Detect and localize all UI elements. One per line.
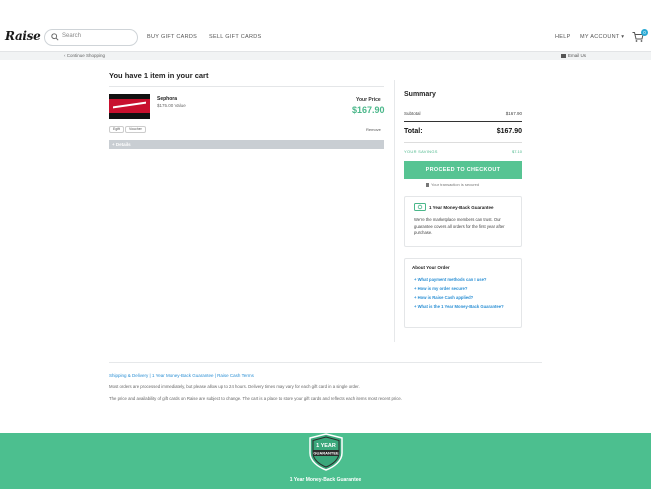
footer-links[interactable]: Shipping & Delivery | 1 Year Money-Back … bbox=[109, 373, 254, 378]
badge-guarantee-text: GUARANTEE bbox=[313, 451, 339, 456]
total-divider bbox=[404, 142, 522, 143]
savings-value: $7.10 bbox=[511, 149, 522, 154]
badge-year-text: 1 YEAR bbox=[316, 443, 336, 449]
footer-divider bbox=[109, 362, 542, 363]
price-label: Your Price bbox=[356, 97, 381, 103]
guarantee-badge-icon: 1 YEAR GUARANTEE bbox=[309, 433, 343, 471]
remove-item-link[interactable]: Remove bbox=[366, 127, 381, 132]
faq-guarantee-link[interactable]: + What is the 1 Year Money-Back Guarante… bbox=[414, 304, 514, 310]
savings-label: YOUR SAVINGS bbox=[404, 149, 438, 154]
footer-note-pricing: The price and availability of gift cards… bbox=[109, 396, 402, 401]
sephora-gift-card-image bbox=[109, 94, 150, 119]
money-back-icon bbox=[414, 203, 426, 211]
search-input[interactable]: Search bbox=[62, 33, 81, 39]
faq-raise-cash-link[interactable]: + How is Raise Cash applied? bbox=[414, 295, 514, 301]
subtotal-value: $167.90 bbox=[505, 111, 522, 116]
item-price: $167.90 bbox=[352, 105, 385, 115]
raise-logo[interactable]: Raise bbox=[5, 29, 41, 45]
total-label: Total: bbox=[404, 128, 423, 135]
about-order-title: About Your Order bbox=[412, 265, 450, 270]
guarantee-title: 1 Year Money-Back Guarantee bbox=[429, 205, 494, 210]
item-name: Sephora bbox=[157, 96, 178, 102]
details-label: + Details bbox=[112, 142, 131, 147]
proceed-to-checkout-button[interactable]: PROCEED TO CHECKOUT bbox=[404, 161, 522, 179]
about-order-box: About Your Order + What payment methods … bbox=[404, 258, 522, 328]
banner-text: 1 Year Money-Back Guarantee bbox=[289, 477, 362, 483]
guarantee-box: 1 Year Money-Back Guarantee We're the ma… bbox=[404, 196, 522, 247]
continue-shopping-link[interactable]: ‹ Continue Shopping bbox=[64, 53, 105, 58]
lock-icon bbox=[426, 183, 429, 187]
footer-note-processing: Most orders are processed immediately, b… bbox=[109, 384, 360, 389]
total-value: $167.90 bbox=[496, 128, 522, 135]
faq-order-secure-link[interactable]: + How is my order secure? bbox=[414, 286, 514, 292]
cart-count-badge: 0 bbox=[641, 29, 648, 36]
email-us-link[interactable]: Email Us bbox=[561, 53, 586, 58]
nav-sell-gift-cards[interactable]: SELL GIFT CARDS bbox=[209, 34, 262, 40]
secure-note: Your transaction is secured bbox=[426, 182, 479, 187]
nav-help[interactable]: HELP bbox=[555, 34, 571, 40]
subtotal-label: Subtotal bbox=[404, 111, 421, 116]
cart-title: You have 1 item in your cart bbox=[109, 71, 209, 80]
nav-my-account[interactable]: MY ACCOUNT ▾ bbox=[580, 34, 624, 40]
summary-divider bbox=[404, 121, 522, 122]
tag-egift: Egift bbox=[109, 126, 125, 133]
email-us-label: Email Us bbox=[568, 53, 587, 58]
item-value: $175.00 Value bbox=[157, 103, 186, 108]
sub-bar: ‹ Continue Shopping Email Us bbox=[0, 51, 651, 60]
secure-text: Your transaction is secured bbox=[431, 182, 480, 187]
details-toggle[interactable]: + Details bbox=[109, 140, 384, 149]
faq-payment-methods-link[interactable]: + What payment methods can I use? bbox=[414, 277, 514, 283]
search-bar[interactable]: Search bbox=[44, 29, 138, 46]
top-header: Raise Search BUY GIFT CARDS SELL GIFT CA… bbox=[0, 28, 651, 48]
summary-title: Summary bbox=[404, 91, 436, 98]
search-icon bbox=[51, 33, 59, 41]
column-divider bbox=[394, 80, 395, 342]
guarantee-text: We're the marketplace members can trust.… bbox=[414, 217, 505, 236]
tag-voucher: Voucher bbox=[125, 126, 146, 133]
mail-icon bbox=[561, 54, 566, 58]
guarantee-banner: 1 YEAR GUARANTEE 1 Year Money-Back Guara… bbox=[0, 433, 651, 489]
cart-divider bbox=[109, 86, 384, 87]
nav-buy-gift-cards[interactable]: BUY GIFT CARDS bbox=[147, 34, 197, 40]
